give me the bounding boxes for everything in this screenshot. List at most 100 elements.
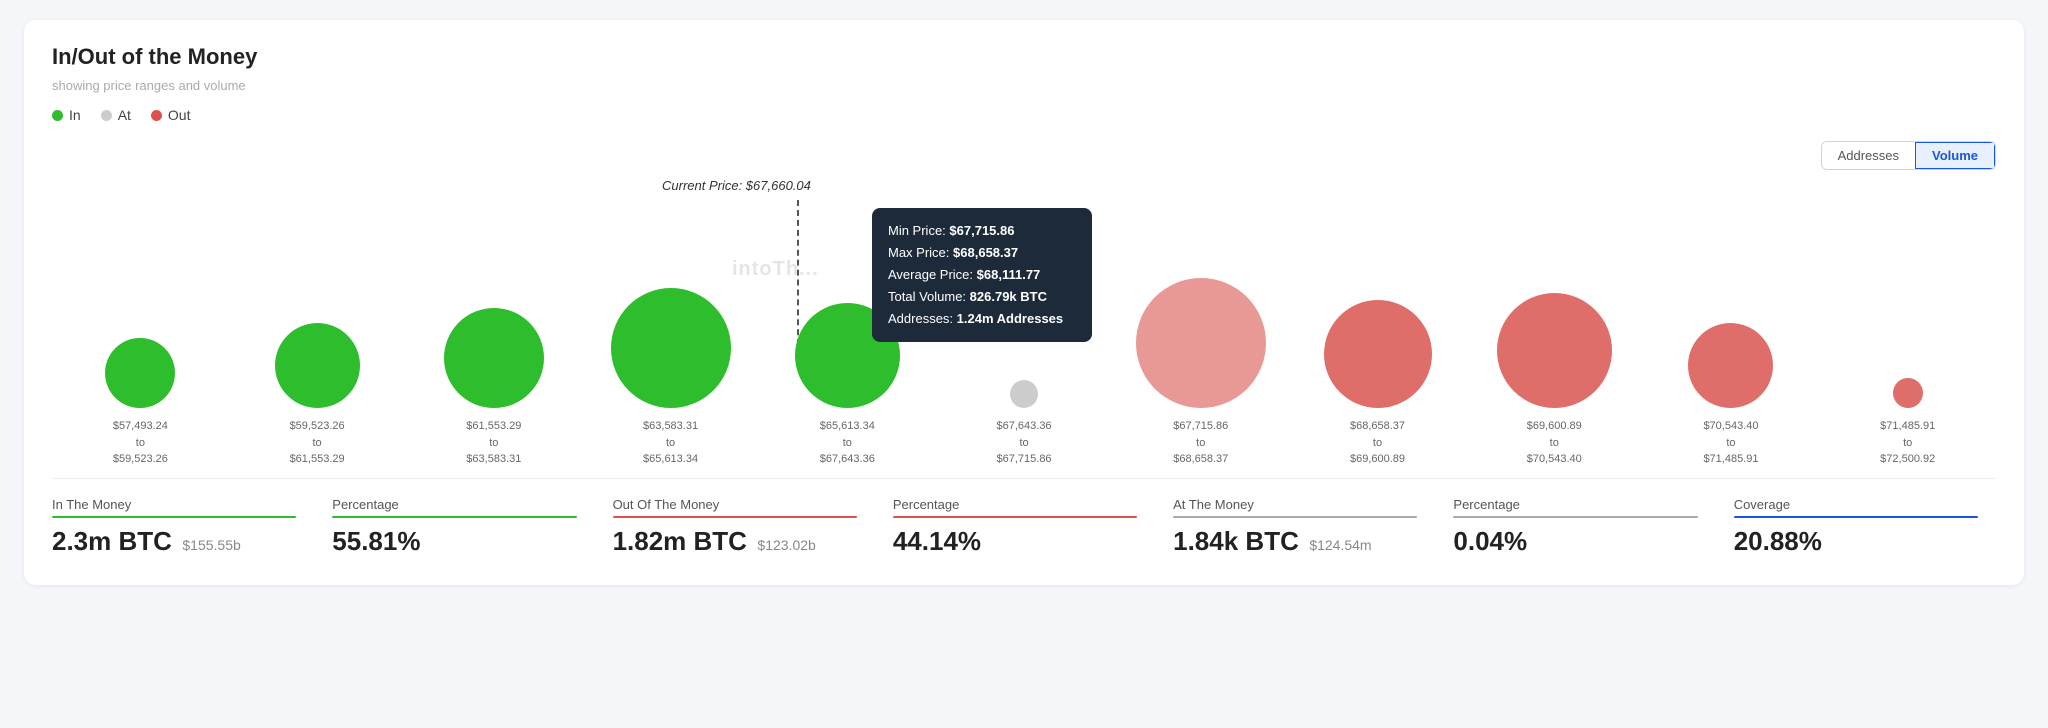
stat-out-underline — [613, 516, 857, 518]
bubble-col-8 — [1289, 228, 1466, 408]
stat-in-underline — [52, 516, 296, 518]
bubble-11 — [1893, 378, 1923, 408]
tooltip-avg: Average Price: $68,111.77 — [888, 264, 1076, 286]
stat-out-value: 1.82m BTC — [613, 526, 747, 556]
xaxis-8: $68,658.37 to $69,600.89 — [1289, 418, 1466, 468]
current-price-label: Current Price: $67,660.04 — [662, 178, 811, 193]
stat-out-pct-value: 44.14% — [893, 526, 981, 556]
stat-in-pct: Percentage 55.81% — [314, 497, 594, 557]
stat-in-value-row: 2.3m BTC $155.55b — [52, 526, 296, 557]
legend-label-in: In — [69, 107, 81, 123]
bubble-4 — [611, 288, 731, 408]
tooltip-addresses: Addresses: 1.24m Addresses — [888, 308, 1076, 330]
stat-coverage-label: Coverage — [1734, 497, 1978, 512]
stat-out-label: Out Of The Money — [613, 497, 857, 512]
tooltip-max-value: $68,658.37 — [953, 245, 1018, 260]
xaxis-9: $69,600.89 to $70,543.40 — [1466, 418, 1643, 468]
bubble-col-10 — [1643, 228, 1820, 408]
xaxis-5: $65,613.34 to $67,643.36 — [759, 418, 936, 468]
stat-at-pct-label: Percentage — [1453, 497, 1697, 512]
stat-out-value-row: 1.82m BTC $123.02b — [613, 526, 857, 557]
bubble-8 — [1324, 300, 1432, 408]
legend-at: At — [101, 107, 131, 123]
xaxis-4: $63,583.31 to $65,613.34 — [582, 418, 759, 468]
stat-out-sub: $123.02b — [757, 537, 815, 553]
page-title: In/Out of the Money — [52, 44, 1996, 70]
tooltip-box: Min Price: $67,715.86 Max Price: $68,658… — [872, 208, 1092, 342]
bubble-col-9 — [1466, 228, 1643, 408]
xaxis-row: $57,493.24 to $59,523.26 $59,523.26 to $… — [52, 418, 1996, 468]
bubble-7 — [1136, 278, 1266, 408]
stat-in-sub: $155.55b — [182, 537, 240, 553]
xaxis-10: $70,543.40 to $71,485.91 — [1643, 418, 1820, 468]
stat-out-of-money: Out Of The Money 1.82m BTC $123.02b — [595, 497, 875, 557]
stat-coverage-value: 20.88% — [1734, 526, 1822, 556]
bubble-10 — [1688, 323, 1773, 408]
subtitle: showing price ranges and volume — [52, 78, 1996, 93]
addresses-toggle-button[interactable]: Addresses — [1822, 142, 1915, 169]
stat-in-value: 2.3m BTC — [52, 526, 172, 556]
stats-row: In The Money 2.3m BTC $155.55b Percentag… — [52, 478, 1996, 557]
tooltip-min: Min Price: $67,715.86 — [888, 220, 1076, 242]
legend-dot-out — [151, 110, 162, 121]
bubble-9 — [1497, 293, 1612, 408]
main-card: In/Out of the Money showing price ranges… — [24, 20, 2024, 585]
stat-in-pct-value: 55.81% — [332, 526, 420, 556]
stat-out-pct-label: Percentage — [893, 497, 1137, 512]
bubble-col-7 — [1112, 228, 1289, 408]
bubble-3 — [444, 308, 544, 408]
stat-in-pct-underline — [332, 516, 576, 518]
bubble-col-2 — [229, 228, 406, 408]
bubble-2 — [275, 323, 360, 408]
bubble-col-3 — [405, 228, 582, 408]
tooltip-volume-value: 826.79k BTC — [970, 289, 1047, 304]
tooltip-min-value: $67,715.86 — [949, 223, 1014, 238]
stat-in-the-money: In The Money 2.3m BTC $155.55b — [52, 497, 314, 557]
legend-dot-in — [52, 110, 63, 121]
stat-at-pct: Percentage 0.04% — [1435, 497, 1715, 557]
tooltip-max: Max Price: $68,658.37 — [888, 242, 1076, 264]
stat-at-value-row: 1.84k BTC $124.54m — [1173, 526, 1417, 557]
tooltip-volume-label: Total Volume: — [888, 289, 966, 304]
stat-out-pct: Percentage 44.14% — [875, 497, 1155, 557]
legend-in: In — [52, 107, 81, 123]
xaxis-2: $59,523.26 to $61,553.29 — [229, 418, 406, 468]
stat-at-label: At The Money — [1173, 497, 1417, 512]
volume-toggle-button[interactable]: Volume — [1915, 142, 1995, 169]
bubble-col-1 — [52, 228, 229, 408]
stat-in-label: In The Money — [52, 497, 296, 512]
toggle-group: Addresses Volume — [1821, 141, 1996, 170]
tooltip-avg-value: $68,111.77 — [977, 267, 1041, 282]
toggle-row: Addresses Volume — [52, 141, 1996, 170]
tooltip-min-label: Min Price: — [888, 223, 946, 238]
legend-label-at: At — [118, 107, 131, 123]
legend: In At Out — [52, 107, 1996, 123]
stat-at-underline — [1173, 516, 1417, 518]
tooltip-addresses-value: 1.24m Addresses — [957, 311, 1063, 326]
legend-out: Out — [151, 107, 191, 123]
legend-dot-at — [101, 110, 112, 121]
bubble-1 — [105, 338, 175, 408]
stat-at-sub: $124.54m — [1309, 537, 1371, 553]
stat-coverage: Coverage 20.88% — [1716, 497, 1996, 557]
xaxis-7: $67,715.86 to $68,658.37 — [1112, 418, 1289, 468]
stat-in-pct-label: Percentage — [332, 497, 576, 512]
tooltip-addresses-label: Addresses: — [888, 311, 953, 326]
stat-at-value: 1.84k BTC — [1173, 526, 1299, 556]
chart-area: Current Price: $67,660.04 intoTh... — [52, 178, 1996, 408]
tooltip-avg-label: Average Price: — [888, 267, 973, 282]
xaxis-1: $57,493.24 to $59,523.26 — [52, 418, 229, 468]
tooltip-max-label: Max Price: — [888, 245, 949, 260]
legend-label-out: Out — [168, 107, 191, 123]
tooltip-volume: Total Volume: 826.79k BTC — [888, 286, 1076, 308]
stat-out-pct-underline — [893, 516, 1137, 518]
bubble-col-4 — [582, 228, 759, 408]
bubble-6 — [1010, 380, 1038, 408]
bubble-col-11 — [1819, 228, 1996, 408]
stat-at-pct-underline — [1453, 516, 1697, 518]
xaxis-6: $67,643.36 to $67,715.86 — [936, 418, 1113, 468]
xaxis-11: $71,485.91 to $72,500.92 — [1819, 418, 1996, 468]
stat-coverage-underline — [1734, 516, 1978, 518]
xaxis-3: $61,553.29 to $63,583.31 — [405, 418, 582, 468]
stat-at-money: At The Money 1.84k BTC $124.54m — [1155, 497, 1435, 557]
